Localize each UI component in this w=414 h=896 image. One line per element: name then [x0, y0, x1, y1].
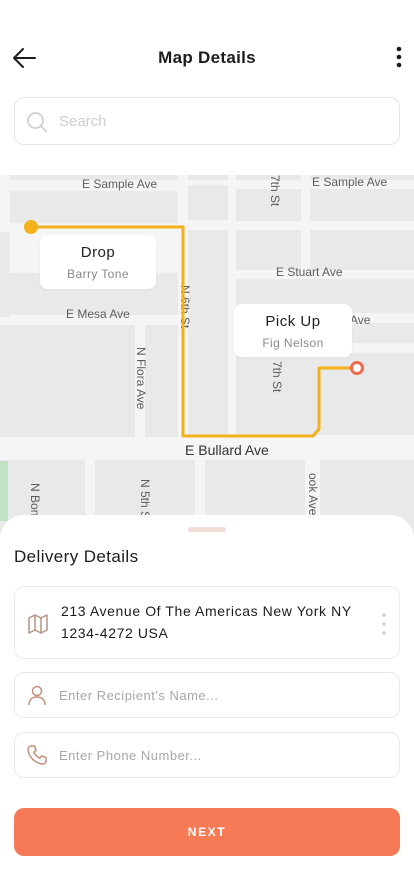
- drop-marker: [24, 220, 38, 234]
- next-button[interactable]: NEXT: [14, 808, 400, 856]
- sheet-title: Delivery Details: [14, 547, 139, 566]
- drop-title: Drop: [80, 244, 116, 261]
- sheet-handle[interactable]: [188, 527, 226, 532]
- drop-name: Barry Tone: [67, 267, 129, 281]
- address-card[interactable]: 213 Avenue Of The Americas New York NY 1…: [14, 586, 400, 659]
- more-vertical-icon[interactable]: [390, 44, 408, 72]
- pickup-label[interactable]: Pick Up Fig Nelson: [234, 304, 352, 357]
- phone-field[interactable]: [14, 732, 400, 778]
- delivery-sheet: Delivery Details 213 Avenue Of The Ameri…: [0, 515, 414, 896]
- search-icon: [27, 112, 48, 133]
- user-icon: [28, 685, 46, 706]
- address-text: 213 Avenue Of The Americas New York NY 1…: [61, 603, 352, 641]
- phone-input[interactable]: [59, 733, 389, 777]
- route-map[interactable]: E Sample Ave E Sample Ave 7th St E Stuar…: [0, 175, 414, 535]
- phone-icon: [27, 745, 47, 765]
- more-vertical-icon[interactable]: [379, 609, 389, 639]
- map-icon: [28, 614, 48, 634]
- search-input[interactable]: [59, 98, 389, 144]
- search-box[interactable]: [14, 97, 400, 145]
- pickup-title: Pick Up: [265, 313, 321, 330]
- pickup-marker: [350, 361, 364, 375]
- pickup-name: Fig Nelson: [262, 336, 324, 350]
- recipient-input[interactable]: [59, 673, 389, 717]
- drop-label[interactable]: Drop Barry Tone: [40, 235, 156, 289]
- page-title: Map Details: [158, 48, 256, 67]
- route-overlay: [24, 220, 364, 438]
- recipient-field[interactable]: [14, 672, 400, 718]
